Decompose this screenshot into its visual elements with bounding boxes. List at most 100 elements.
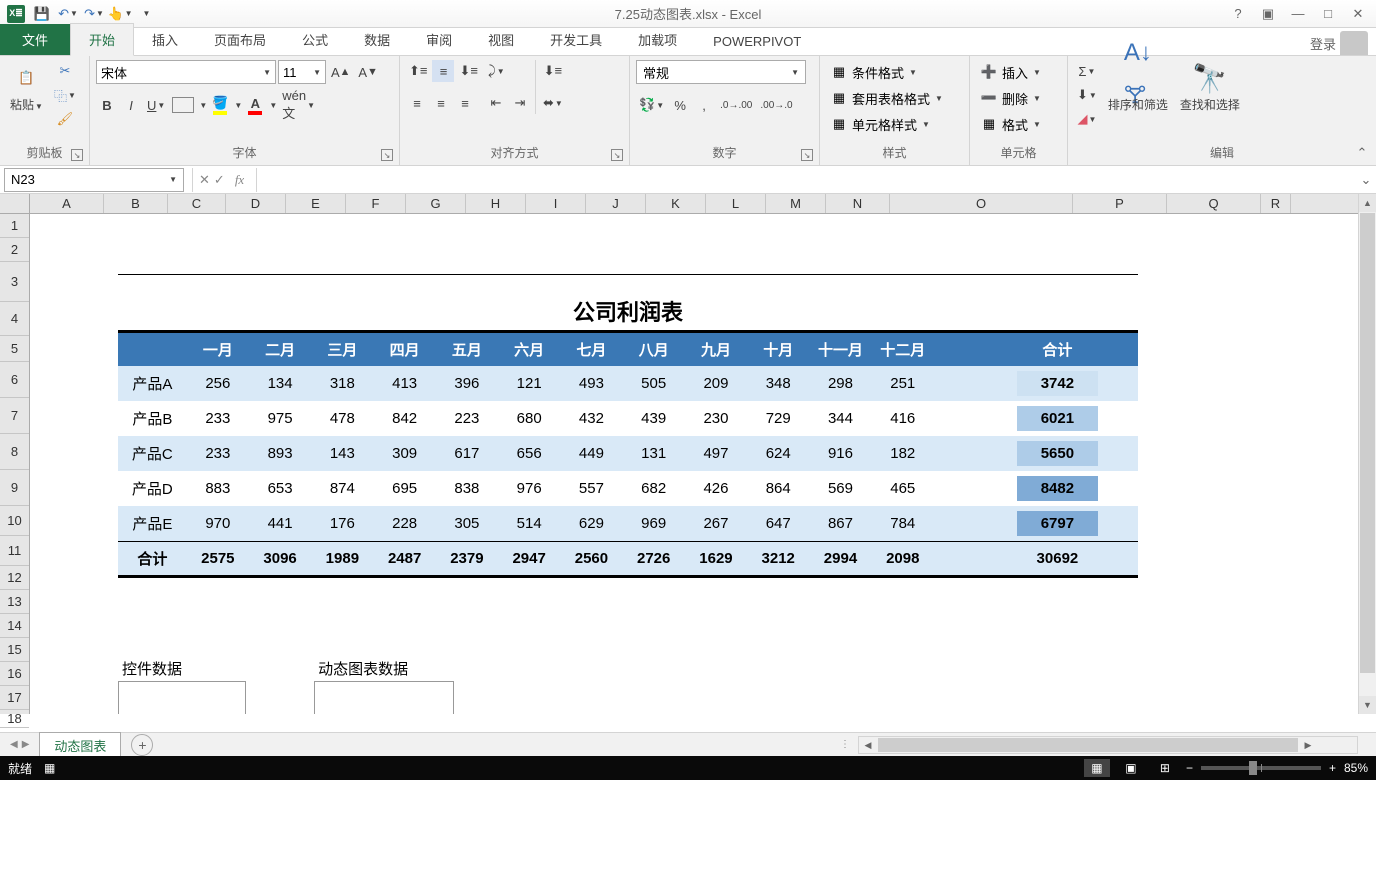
paste-button[interactable]: 📋 粘贴▼ bbox=[6, 60, 47, 115]
scroll-left-icon[interactable]: ◀ bbox=[859, 737, 877, 753]
borders-icon[interactable] bbox=[172, 97, 194, 113]
number-format-combo[interactable]: 常规▼ bbox=[636, 60, 806, 84]
select-all-corner[interactable] bbox=[0, 194, 30, 214]
copy-icon[interactable]: ⿻▼ bbox=[51, 84, 79, 106]
comma-icon[interactable]: , bbox=[693, 94, 715, 116]
touch-mode-icon[interactable]: 👆▼ bbox=[108, 3, 132, 25]
cut-icon[interactable]: ✂ bbox=[51, 60, 79, 82]
page-layout-view-icon[interactable]: ▣ bbox=[1118, 759, 1144, 777]
row-header-13[interactable]: 13 bbox=[0, 590, 29, 614]
col-header-O[interactable]: O bbox=[890, 194, 1073, 213]
zoom-slider[interactable] bbox=[1201, 766, 1321, 770]
sort-filter-button[interactable]: A↓🝖 排序和筛选 bbox=[1104, 60, 1172, 115]
underline-button[interactable]: U▼ bbox=[144, 94, 168, 116]
ribbon-display-icon[interactable]: ▣ bbox=[1254, 3, 1282, 25]
col-header-H[interactable]: H bbox=[466, 194, 526, 213]
number-launcher-icon[interactable]: ↘ bbox=[801, 149, 813, 161]
row-header-17[interactable]: 17 bbox=[0, 686, 29, 710]
clipboard-launcher-icon[interactable]: ↘ bbox=[71, 149, 83, 161]
wrap-text-icon[interactable]: ⬇≡ bbox=[540, 60, 566, 82]
row-header-3[interactable]: 3 bbox=[0, 262, 29, 302]
macro-record-icon[interactable]: ▦ bbox=[44, 761, 55, 775]
dynamic-chart-data-box[interactable] bbox=[314, 681, 454, 714]
row-header-14[interactable]: 14 bbox=[0, 614, 29, 638]
normal-view-icon[interactable]: ▦ bbox=[1084, 759, 1110, 777]
orientation-icon[interactable]: ⤸▼ bbox=[485, 60, 508, 82]
row-header-2[interactable]: 2 bbox=[0, 238, 29, 262]
format-painter-icon[interactable]: 🖌 bbox=[51, 108, 79, 130]
collapse-ribbon-icon[interactable]: ⌃ bbox=[1352, 145, 1372, 161]
cell-styles-button[interactable]: ▦单元格样式▼ bbox=[826, 112, 934, 136]
delete-cells-button[interactable]: ➖删除▼ bbox=[976, 86, 1045, 110]
row-header-11[interactable]: 11 bbox=[0, 536, 29, 566]
insert-cells-button[interactable]: ➕插入▼ bbox=[976, 60, 1045, 84]
autosum-icon[interactable]: Σ▼ bbox=[1074, 60, 1100, 82]
align-center-icon[interactable]: ≡ bbox=[430, 92, 452, 114]
increase-indent-icon[interactable]: ⇥ bbox=[509, 92, 531, 114]
formula-input[interactable] bbox=[257, 168, 1356, 192]
undo-icon[interactable]: ↶▼ bbox=[56, 3, 80, 25]
scroll-right-icon[interactable]: ▶ bbox=[1299, 737, 1317, 753]
zoom-level[interactable]: 85% bbox=[1344, 761, 1368, 775]
horizontal-scrollbar[interactable]: ◀ ▶ bbox=[858, 736, 1358, 754]
tab-data[interactable]: 数据 bbox=[346, 24, 408, 55]
row-header-5[interactable]: 5 bbox=[0, 336, 29, 362]
name-box[interactable]: N23▼ bbox=[4, 168, 184, 192]
redo-icon[interactable]: ↷▼ bbox=[82, 3, 106, 25]
excel-app-icon[interactable]: X≣ bbox=[4, 3, 28, 25]
expand-formula-bar-icon[interactable]: ⌄ bbox=[1356, 172, 1376, 188]
zoom-in-icon[interactable]: + bbox=[1329, 761, 1336, 775]
zoom-out-icon[interactable]: − bbox=[1186, 761, 1193, 775]
help-icon[interactable]: ? bbox=[1224, 3, 1252, 25]
tab-developer[interactable]: 开发工具 bbox=[532, 24, 620, 55]
col-header-R[interactable]: R bbox=[1261, 194, 1291, 213]
fx-icon[interactable]: fx bbox=[229, 172, 250, 188]
percent-icon[interactable]: % bbox=[669, 94, 691, 116]
accounting-icon[interactable]: 💱▼ bbox=[636, 94, 667, 116]
col-header-C[interactable]: C bbox=[168, 194, 226, 213]
tab-page-layout[interactable]: 页面布局 bbox=[196, 24, 284, 55]
close-icon[interactable]: ✕ bbox=[1344, 3, 1372, 25]
enter-formula-icon[interactable]: ✓ bbox=[214, 172, 225, 188]
tab-review[interactable]: 审阅 bbox=[408, 24, 470, 55]
col-header-G[interactable]: G bbox=[406, 194, 466, 213]
col-header-N[interactable]: N bbox=[826, 194, 890, 213]
alignment-launcher-icon[interactable]: ↘ bbox=[611, 149, 623, 161]
row-header-18[interactable]: 18 bbox=[0, 710, 29, 728]
font-color-icon[interactable]: A bbox=[244, 94, 266, 116]
tab-view[interactable]: 视图 bbox=[470, 24, 532, 55]
phonetic-icon[interactable]: wén文▼ bbox=[279, 94, 318, 116]
col-header-J[interactable]: J bbox=[586, 194, 646, 213]
hscroll-thumb[interactable] bbox=[878, 738, 1298, 752]
increase-font-icon[interactable]: A▲ bbox=[328, 61, 353, 83]
vertical-scrollbar[interactable]: ▲ ▼ bbox=[1358, 194, 1376, 714]
maximize-icon[interactable]: □ bbox=[1314, 3, 1342, 25]
tab-insert[interactable]: 插入 bbox=[134, 24, 196, 55]
font-size-combo[interactable]: 11▼ bbox=[278, 60, 326, 84]
conditional-formatting-button[interactable]: ▦条件格式▼ bbox=[826, 60, 921, 84]
merge-center-icon[interactable]: ⬌▼ bbox=[540, 92, 566, 114]
row-header-8[interactable]: 8 bbox=[0, 434, 29, 470]
row-header-7[interactable]: 7 bbox=[0, 398, 29, 434]
vscroll-thumb[interactable] bbox=[1360, 213, 1375, 673]
minimize-icon[interactable]: — bbox=[1284, 3, 1312, 25]
row-header-6[interactable]: 6 bbox=[0, 362, 29, 398]
tab-addins[interactable]: 加载项 bbox=[620, 24, 695, 55]
clear-icon[interactable]: ◢▼ bbox=[1074, 108, 1100, 130]
row-header-16[interactable]: 16 bbox=[0, 662, 29, 686]
col-header-I[interactable]: I bbox=[526, 194, 586, 213]
col-header-D[interactable]: D bbox=[226, 194, 286, 213]
cancel-formula-icon[interactable]: ✕ bbox=[199, 172, 210, 188]
col-header-F[interactable]: F bbox=[346, 194, 406, 213]
col-header-K[interactable]: K bbox=[646, 194, 706, 213]
worksheet-cells[interactable]: 公司利润表 一月二月三月四月五月六月七月八月九月十月十一月十二月合计产品A256… bbox=[30, 214, 1358, 714]
sheet-split-handle[interactable]: ⋮ bbox=[840, 739, 852, 750]
scroll-up-icon[interactable]: ▲ bbox=[1359, 194, 1376, 212]
align-top-icon[interactable]: ⬆≡ bbox=[406, 60, 430, 82]
row-header-4[interactable]: 4 bbox=[0, 302, 29, 336]
row-header-15[interactable]: 15 bbox=[0, 638, 29, 662]
sheet-tab-active[interactable]: 动态图表 bbox=[39, 732, 121, 758]
decrease-decimal-icon[interactable]: .00→.0 bbox=[757, 94, 795, 116]
col-header-Q[interactable]: Q bbox=[1167, 194, 1261, 213]
page-break-view-icon[interactable]: ⊞ bbox=[1152, 759, 1178, 777]
